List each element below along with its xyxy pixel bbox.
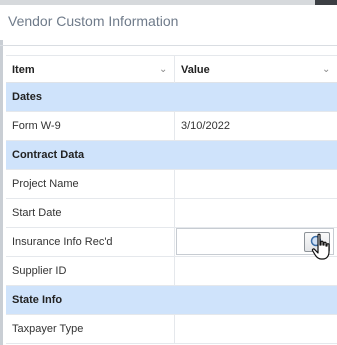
item-cell: Project Name (6, 170, 175, 198)
group-row-contract-data[interactable]: Contract Data (6, 141, 337, 170)
chevron-down-icon[interactable]: ⌄ (159, 56, 167, 84)
column-header-value[interactable]: Value (175, 56, 337, 84)
value-cell[interactable] (175, 257, 337, 285)
item-cell: Taxpayer Type (6, 315, 175, 343)
item-cell: Supplier ID (6, 257, 175, 285)
value-cell[interactable]: 3/10/2022 (175, 112, 337, 140)
group-value (175, 83, 337, 111)
title-separator (0, 45, 337, 46)
group-label: State Info (6, 286, 175, 314)
vendor-custom-information-window: Vendor Custom Information Item ⌄ Value ⌄… (0, 0, 337, 345)
item-cell: Start Date (6, 199, 175, 227)
value-cell[interactable] (175, 199, 337, 227)
chevron-down-icon[interactable]: ⌄ (322, 56, 330, 84)
custom-info-grid: Item ⌄ Value ⌄ Dates Form W-9 3/10/2022 … (6, 55, 337, 344)
column-header-item[interactable]: Item (6, 56, 175, 84)
value-cell[interactable] (175, 170, 337, 198)
window-title: Vendor Custom Information (8, 13, 179, 29)
group-value (175, 286, 337, 314)
table-row[interactable]: Project Name (6, 170, 337, 199)
group-value (175, 141, 337, 169)
window-top-border (0, 0, 337, 5)
table-row[interactable]: Supplier ID (6, 257, 337, 286)
table-row[interactable]: Start Date (6, 199, 337, 228)
item-cell: Form W-9 (6, 112, 175, 140)
value-cell[interactable] (175, 315, 337, 343)
group-row-dates[interactable]: Dates (6, 83, 337, 112)
group-label: Dates (6, 83, 175, 111)
window-left-border (0, 0, 3, 345)
group-label: Contract Data (6, 141, 175, 169)
window-corner (315, 0, 337, 5)
group-row-state-info[interactable]: State Info (6, 286, 337, 315)
title-bar: Vendor Custom Information (0, 0, 337, 40)
item-cell: Insurance Info Rec'd (6, 228, 175, 256)
hand-pointer-icon (311, 233, 330, 260)
table-row-editing[interactable]: Insurance Info Rec'd (6, 228, 337, 257)
grid-header-row: Item ⌄ Value ⌄ (6, 55, 337, 84)
table-row[interactable]: Taxpayer Type (6, 315, 337, 344)
table-row[interactable]: Form W-9 3/10/2022 (6, 112, 337, 141)
